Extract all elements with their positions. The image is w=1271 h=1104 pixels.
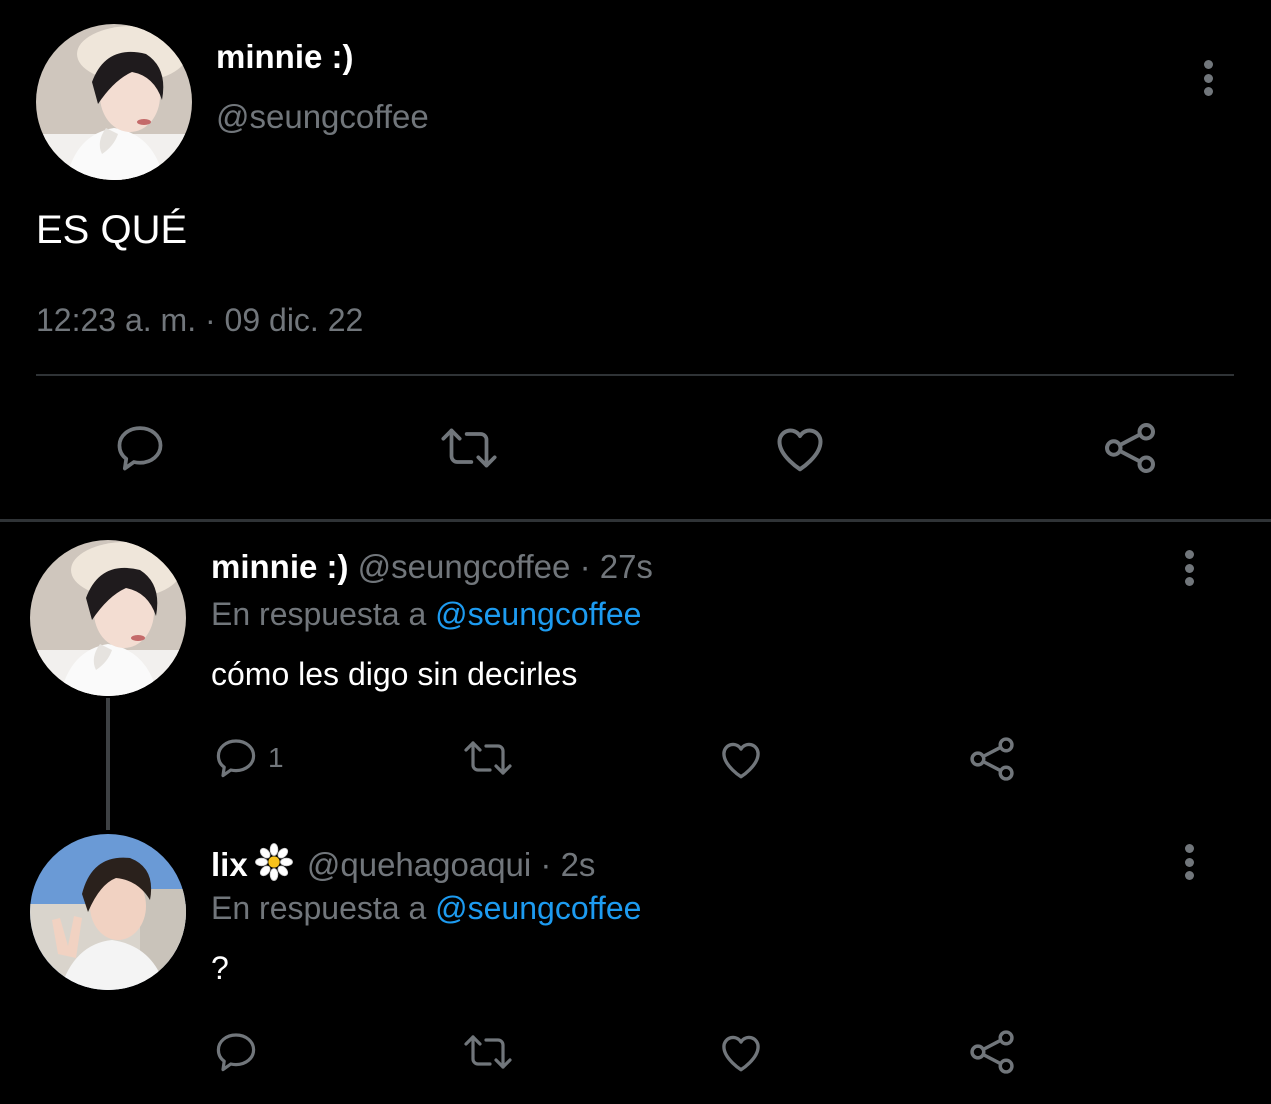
retweet-icon	[464, 741, 512, 775]
like-button[interactable]	[716, 1027, 766, 1077]
reply-prefix: En respuesta a	[211, 596, 427, 632]
reply-button[interactable]	[112, 420, 168, 476]
like-button[interactable]	[770, 418, 830, 478]
retweet-button[interactable]	[460, 1028, 516, 1076]
reply-context: En respuesta a @seungcoffee	[211, 596, 641, 633]
more-options-icon[interactable]	[1198, 56, 1218, 100]
reply-icon	[117, 426, 163, 471]
thread-connector	[106, 698, 110, 830]
author-handle[interactable]: @seungcoffee	[216, 98, 429, 136]
reply-header: minnie :) @seungcoffee · 27s	[211, 548, 653, 586]
author-name[interactable]: minnie :)	[211, 548, 349, 585]
author-name[interactable]: lix	[211, 846, 248, 883]
more-options-icon[interactable]	[1179, 546, 1199, 590]
reply-text: ?	[211, 950, 229, 986]
like-icon	[777, 428, 823, 472]
daisy-icon	[254, 842, 294, 890]
avatar[interactable]	[30, 540, 186, 696]
mention-link[interactable]: @seungcoffee	[435, 596, 641, 632]
author-handle[interactable]: @quehagoaqui	[307, 846, 531, 883]
like-icon	[722, 742, 760, 779]
author-handle[interactable]: @seungcoffee	[358, 548, 571, 585]
mention-link[interactable]: @seungcoffee	[435, 890, 641, 926]
divider	[36, 374, 1234, 376]
reply-header: lix @quehagoaqui · 2s	[211, 842, 595, 890]
share-icon	[1104, 422, 1156, 474]
avatar[interactable]	[36, 24, 192, 180]
avatar[interactable]	[30, 834, 186, 990]
reply-prefix: En respuesta a	[211, 890, 427, 926]
reply-button[interactable]	[212, 1028, 260, 1076]
like-icon	[722, 1035, 760, 1072]
reply-button[interactable]: 1	[212, 734, 284, 782]
more-options-icon[interactable]	[1179, 840, 1199, 884]
author-name[interactable]: minnie :)	[216, 38, 354, 76]
share-button[interactable]	[1100, 418, 1160, 478]
retweet-button[interactable]	[436, 420, 502, 476]
reply-context: En respuesta a @seungcoffee	[211, 890, 641, 927]
reply-count: 1	[268, 742, 284, 773]
retweet-icon	[464, 1035, 512, 1069]
share-button[interactable]	[966, 1026, 1018, 1078]
reply-time: · 27s	[579, 548, 653, 585]
reply-icon	[216, 1033, 256, 1072]
tweet-timestamp[interactable]: 12:23 a. m. · 09 dic. 22	[36, 302, 363, 339]
reply-time: · 2s	[540, 846, 596, 883]
share-icon	[970, 1030, 1014, 1074]
reply-icon	[216, 739, 256, 778]
retweet-icon	[441, 428, 497, 468]
retweet-button[interactable]	[460, 734, 516, 782]
divider	[0, 519, 1271, 522]
share-icon	[970, 737, 1014, 781]
tweet-text: ES QUÉ	[36, 208, 188, 252]
reply-text: cómo les digo sin decirles	[211, 656, 578, 692]
like-button[interactable]	[716, 734, 766, 784]
share-button[interactable]	[966, 733, 1018, 785]
